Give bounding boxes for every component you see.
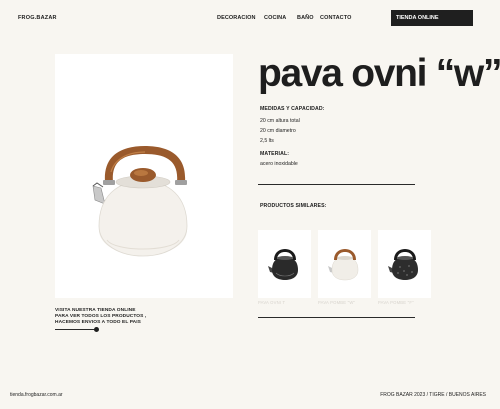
similar-product-card[interactable] <box>258 230 311 298</box>
online-store-button[interactable]: TIENDA ONLINE <box>391 10 473 26</box>
product-image <box>55 54 233 298</box>
brand-logo[interactable]: FROG.BAZAR <box>18 15 57 21</box>
similar-product-name[interactable]: PAVA POMBE "W" <box>318 300 355 305</box>
promo-line: HACEMOS ENVIOS A TODO EL PAIS <box>55 320 141 326</box>
kettle-white-wood-icon <box>328 249 359 281</box>
similar-products-label: PRODUCTOS SIMILARES: <box>260 203 327 209</box>
divider <box>258 317 415 318</box>
kettle-illustration <box>92 146 188 257</box>
footer-copyright: FROG BAZAR 2023 / TIGRE / BUENOS AIRES <box>380 392 486 398</box>
divider <box>258 184 415 185</box>
kettle-black-speckled-icon <box>388 249 418 280</box>
promo-underline <box>55 329 95 330</box>
nav-cocina[interactable]: COCINA <box>264 15 286 21</box>
kettle-black-icon <box>268 249 298 280</box>
material-value: acero inoxidable <box>260 161 298 167</box>
nav-bano[interactable]: BAÑO <box>297 15 314 21</box>
material-label: MATERIAL: <box>260 151 290 157</box>
measure-diameter: 20 cm diametro <box>260 128 296 134</box>
footer-store-link[interactable]: tienda.frogbazar.com.ar <box>10 392 63 398</box>
promo-link-dot[interactable] <box>94 327 99 332</box>
similar-product-name[interactable]: PAVA POMBE "F" <box>378 300 414 305</box>
similar-product-name[interactable]: PAVA OVNI T <box>258 300 285 305</box>
measure-height: 20 cm altura total <box>260 118 300 124</box>
similar-product-card[interactable] <box>318 230 371 298</box>
similar-product-card[interactable] <box>378 230 431 298</box>
measure-capacity: 2,5 lts <box>260 138 274 144</box>
nav-decoracion[interactable]: DECORACION <box>217 15 256 21</box>
product-title: pava ovni “w” <box>258 52 500 95</box>
promo-text: VISITA NUESTRA TIENDA ONLINE PARA VER TO… <box>55 308 146 327</box>
measures-label: MEDIDAS Y CAPACIDAD: <box>260 106 325 112</box>
nav-contacto[interactable]: CONTACTO <box>320 15 351 21</box>
